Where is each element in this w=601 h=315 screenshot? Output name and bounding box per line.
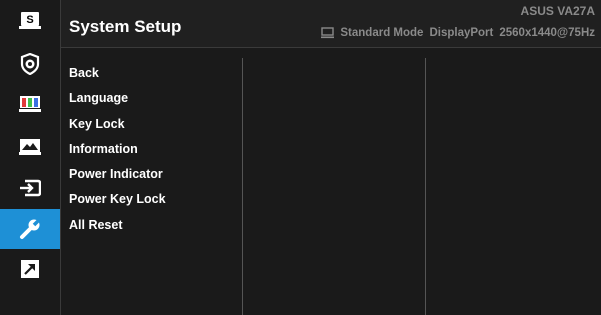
sidebar-item-system-setup[interactable] [0, 209, 60, 249]
sidebar-item-shortcut[interactable] [0, 249, 60, 289]
input-label: DisplayPort [429, 27, 494, 39]
sidebar: S [0, 0, 61, 315]
osd-menu: S System Setup ASUS VA27A Standard Mode … [0, 0, 601, 315]
s-box-icon: S [19, 11, 41, 31]
menu-item-all-reset[interactable]: All Reset [69, 217, 166, 242]
column-divider [242, 58, 243, 315]
menu-item-power-indicator[interactable]: Power Indicator [69, 166, 166, 191]
wrench-icon [19, 218, 41, 240]
sidebar-item-input-select[interactable] [0, 168, 60, 208]
header-bar: System Setup ASUS VA27A Standard Mode Di… [61, 0, 601, 48]
menu-item-key-lock[interactable]: Key Lock [69, 116, 166, 141]
shortcut-arrow-icon [21, 260, 39, 278]
system-setup-menu: Back Language Key Lock Information Power… [69, 65, 166, 242]
column-divider [425, 58, 426, 315]
eye-shield-icon [20, 53, 40, 75]
resolution-label: 2560x1440@75Hz [499, 27, 595, 39]
monitor-icon [321, 27, 335, 39]
input-icon [19, 179, 41, 197]
svg-text:S: S [26, 14, 33, 26]
image-icon [19, 138, 41, 156]
sidebar-item-image[interactable] [0, 127, 60, 167]
sidebar-item-splendid[interactable]: S [0, 1, 60, 41]
mode-label: Standard Mode [340, 27, 424, 39]
sidebar-item-eye-care[interactable] [0, 44, 60, 84]
menu-item-language[interactable]: Language [69, 90, 166, 115]
sidebar-item-color[interactable] [0, 84, 60, 124]
page-title: System Setup [69, 17, 182, 36]
menu-item-back[interactable]: Back [69, 65, 166, 90]
color-bars-icon [19, 95, 41, 113]
menu-item-information[interactable]: Information [69, 141, 166, 166]
model-name: ASUS VA27A [520, 4, 595, 18]
status-info: Standard Mode DisplayPort 2560x1440@75Hz [321, 27, 595, 39]
menu-item-power-key-lock[interactable]: Power Key Lock [69, 191, 166, 216]
